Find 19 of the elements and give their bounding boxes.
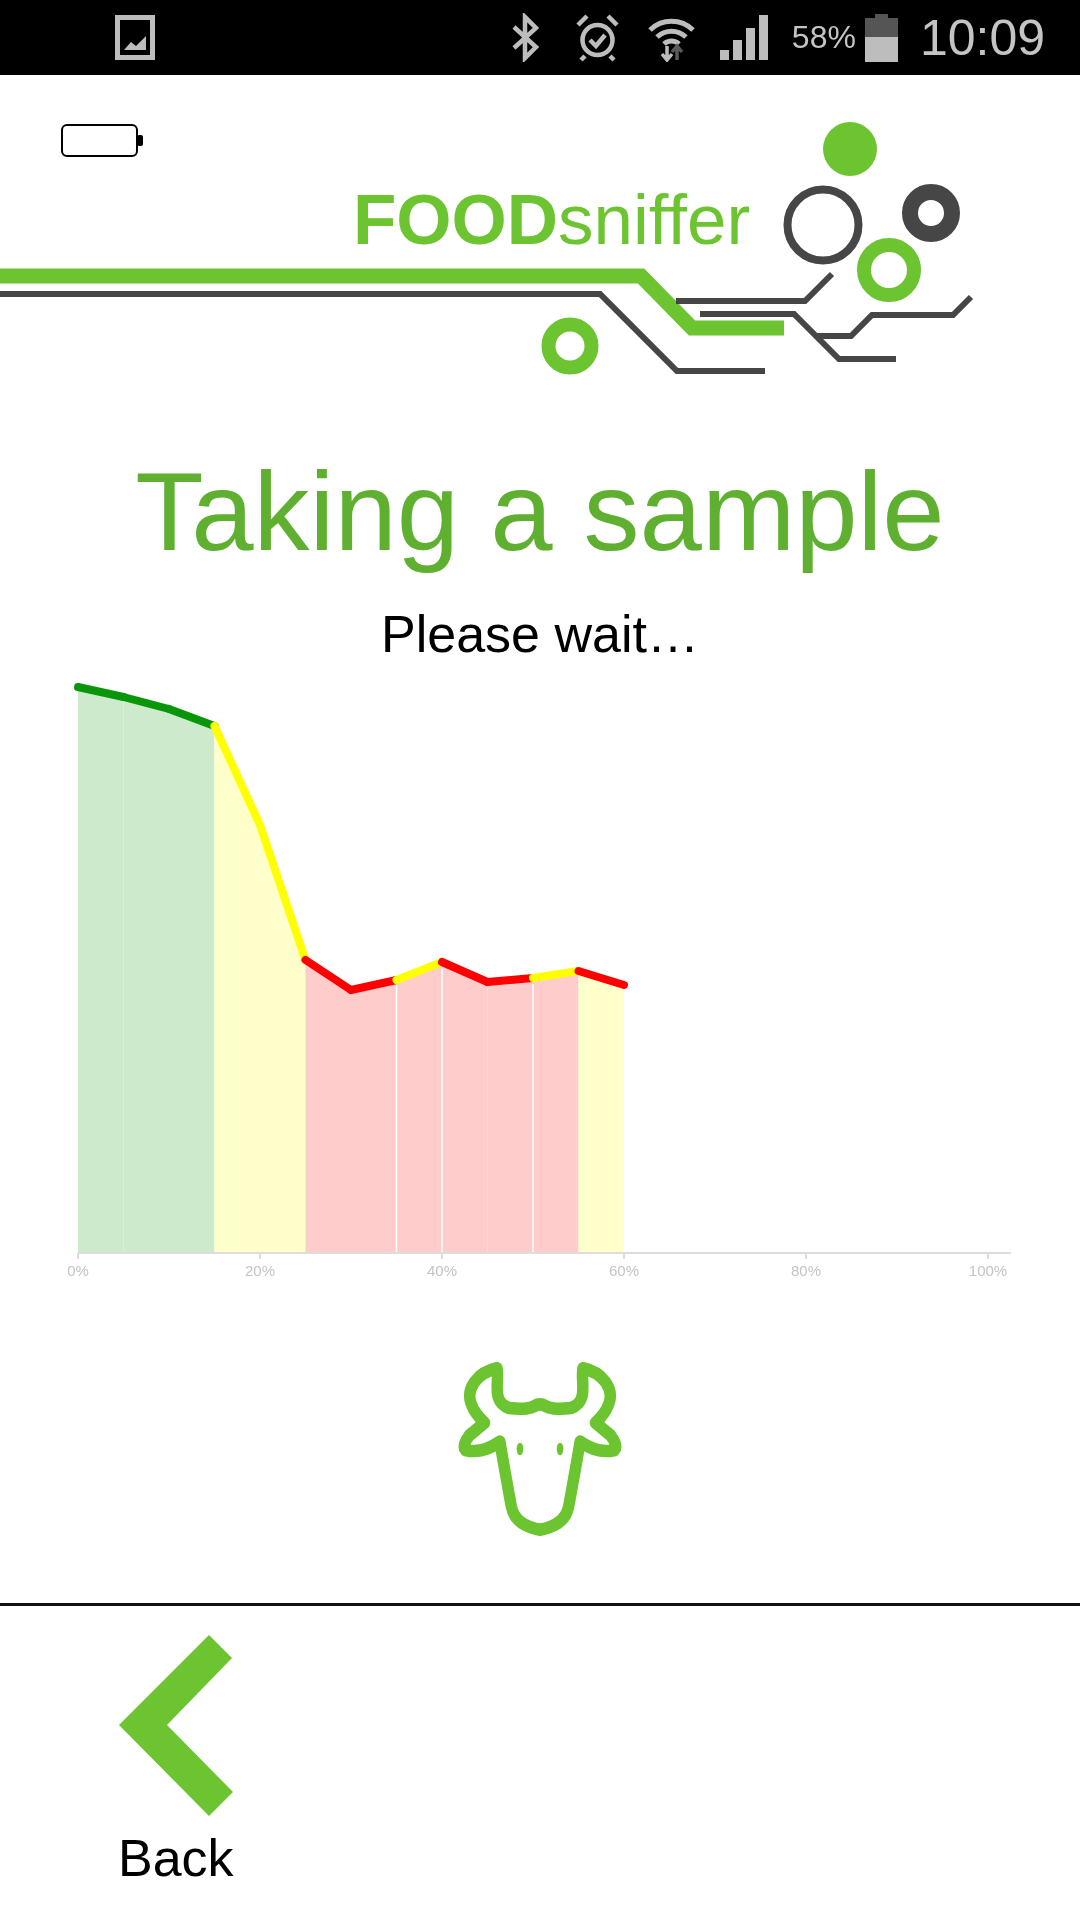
clock-time: 10:09: [919, 8, 1045, 67]
signal-icon: [719, 15, 768, 60]
alarm-clock-icon: [574, 13, 620, 62]
axis-label: 60%: [609, 1261, 639, 1279]
axis-label: 20%: [245, 1261, 275, 1279]
chevron-left-icon: [118, 1634, 233, 1816]
battery-icon: [61, 124, 144, 157]
cow-head-icon: [455, 1361, 625, 1537]
image-icon: [115, 15, 155, 60]
status-message: Please wait…: [380, 604, 700, 665]
battery-percentage: 58%: [791, 19, 856, 56]
battery-icon: [864, 13, 898, 62]
brand-name: FOODsniffer: [353, 184, 751, 255]
axis-label: 100%: [968, 1261, 1008, 1279]
axis-label: 80%: [791, 1261, 821, 1279]
axis-label: 0%: [67, 1261, 89, 1279]
back-button[interactable]: Back: [110, 1626, 242, 1897]
page-title: Taking a sample: [134, 448, 946, 576]
axis-label: 40%: [427, 1261, 457, 1279]
